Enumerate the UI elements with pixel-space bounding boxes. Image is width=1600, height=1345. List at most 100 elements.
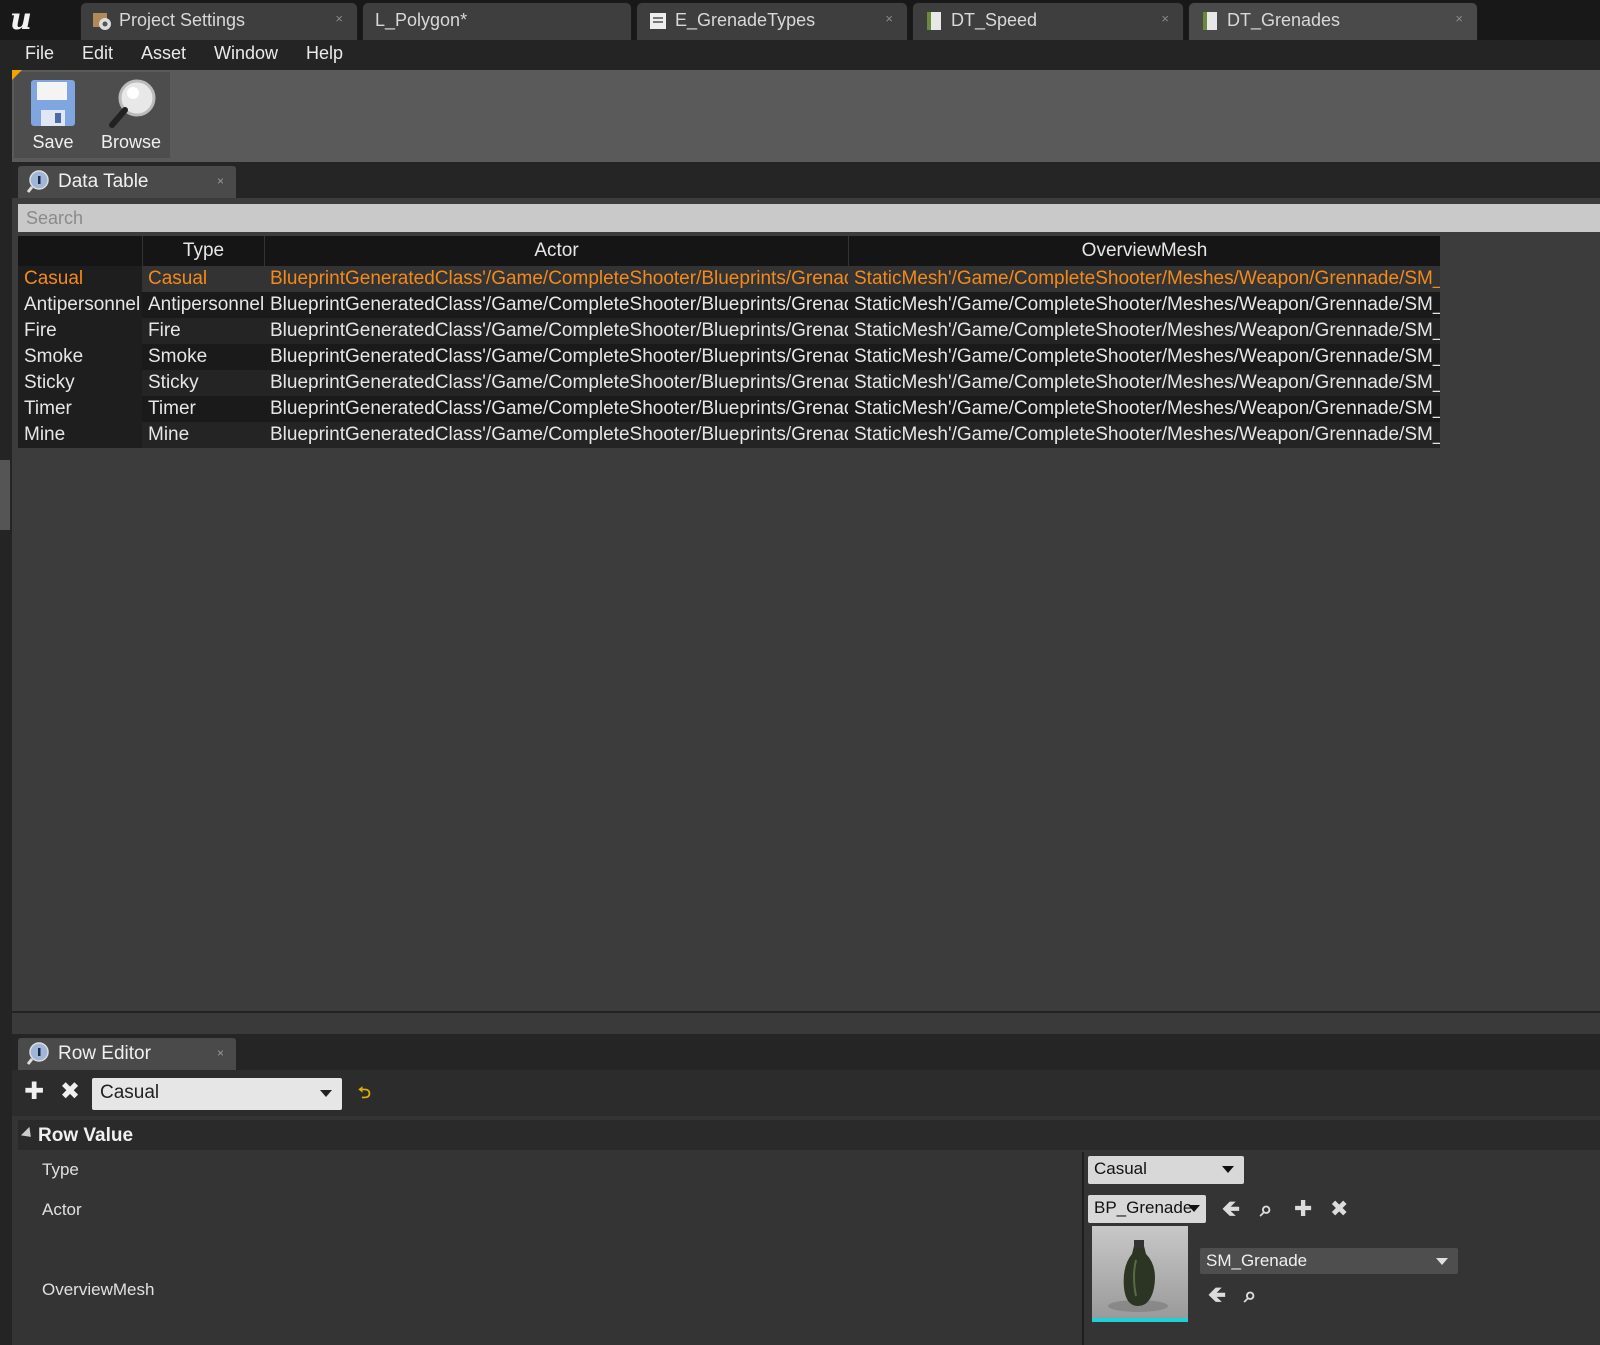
type-cell: Sticky [142,370,264,396]
menu-bar: File Edit Asset Window Help [10,40,1600,70]
table-row[interactable]: Antipersonnel Antipersonnel BlueprintGen… [18,292,1440,318]
property-label-type: Type [42,1160,79,1179]
type-cell: Casual [142,266,264,292]
info-magnifier-icon [26,170,49,193]
tab-l-polygon[interactable]: L_Polygon* [362,2,632,40]
column-header-row-name[interactable] [18,236,142,266]
tab-dt-grenades[interactable]: DT_Grenades × [1188,2,1478,40]
table-row[interactable]: Sticky Sticky BlueprintGeneratedClass'/G… [18,370,1440,396]
overviewmesh-cell: StaticMesh'/Game/CompleteShooter/Meshes/… [848,370,1440,396]
actor-cell: BlueprintGeneratedClass'/Game/CompleteSh… [264,344,848,370]
data-table-panel: Type Actor OverviewMesh Casual Casual Bl… [12,198,1600,1013]
datatable-asset-icon [1203,12,1217,30]
browse-button[interactable]: Browse [92,72,170,158]
expand-triangle-icon[interactable] [20,1126,36,1142]
overviewmesh-cell: StaticMesh'/Game/CompleteShooter/Meshes/… [848,292,1440,318]
tab-row-editor[interactable]: Row Editor × [18,1038,236,1070]
section-title: Row Value [38,1125,134,1146]
tab-data-table[interactable]: Data Table × [18,166,236,198]
actor-cell: BlueprintGeneratedClass'/Game/CompleteSh… [264,396,848,422]
row-name-cell: Antipersonnel [18,292,142,318]
tab-label: E_GrenadeTypes [675,10,816,30]
static-mesh-dropdown[interactable]: SM_Grenade [1200,1248,1458,1274]
row-name-cell: Smoke [18,344,142,370]
row-editor-toolbar: ✚ ✖ Casual ⮌ [12,1070,1600,1116]
chevron-down-icon [1188,1205,1200,1212]
toolbar-accent-corner [12,70,22,80]
magnifier-icon [109,79,156,128]
tab-e-grenade-types[interactable]: E_GrenadeTypes × [636,2,908,40]
overviewmesh-cell: StaticMesh'/Game/CompleteShooter/Meshes/… [848,266,1440,292]
add-icon[interactable]: ✚ [1294,1198,1312,1220]
menu-file[interactable]: File [25,43,54,64]
column-header-overviewmesh[interactable]: OverviewMesh [848,236,1440,266]
close-icon[interactable]: × [217,1046,224,1060]
mesh-thumbnail[interactable] [1092,1226,1188,1322]
asset-toolbar: Save Browse [12,70,1600,162]
tab-label: DT_Speed [951,10,1038,30]
left-scrollbar-thumb[interactable] [0,460,10,530]
table-row[interactable]: Fire Fire BlueprintGeneratedClass'/Game/… [18,318,1440,344]
browse-search-icon[interactable]: ⌕ [1244,1284,1256,1306]
menu-edit[interactable]: Edit [82,43,113,64]
row-editor-tab-strip: Row Editor × [12,1034,1600,1070]
overviewmesh-cell: StaticMesh'/Game/CompleteShooter/Meshes/… [848,396,1440,422]
row-name-cell: Casual [18,266,142,292]
menu-window[interactable]: Window [214,43,278,64]
row-value-section-header[interactable]: Row Value [18,1120,1600,1150]
reset-arrow-icon[interactable]: ⮌ [358,1082,371,1106]
use-selected-arrow-icon[interactable]: 🡸 [1208,1284,1226,1306]
unreal-logo-icon[interactable]: u [10,4,52,36]
table-row[interactable]: Mine Mine BlueprintGeneratedClass'/Game/… [18,422,1440,448]
tab-label: Project Settings [119,10,246,30]
close-icon[interactable]: × [1455,11,1463,26]
type-cell: Fire [142,318,264,344]
tab-dt-speed[interactable]: DT_Speed × [912,2,1184,40]
save-disk-icon [31,80,75,126]
close-icon[interactable]: × [335,11,343,26]
search-input[interactable] [18,204,1600,232]
menu-asset[interactable]: Asset [141,43,186,64]
tab-label: Row Editor [58,1043,151,1064]
actor-cell: BlueprintGeneratedClass'/Game/CompleteSh… [264,318,848,344]
add-row-icon[interactable]: ✚ [24,1080,44,1104]
info-magnifier-icon [26,1042,49,1065]
actor-cell: BlueprintGeneratedClass'/Game/CompleteSh… [264,292,848,318]
table-row[interactable]: Smoke Smoke BlueprintGeneratedClass'/Gam… [18,344,1440,370]
chevron-down-icon [1436,1258,1448,1265]
close-icon[interactable]: × [217,174,224,188]
type-enum-dropdown[interactable]: Casual [1088,1156,1244,1184]
property-label-overviewmesh: OverviewMesh [42,1280,155,1299]
overviewmesh-cell: StaticMesh'/Game/CompleteShooter/Meshes/… [848,318,1440,344]
grenade-mesh-icon [1108,1240,1168,1312]
settings-gear-icon [93,13,111,30]
type-cell: Timer [142,396,264,422]
table-row[interactable]: Casual Casual BlueprintGeneratedClass'/G… [18,266,1440,292]
save-button[interactable]: Save [14,72,92,158]
row-name-cell: Fire [18,318,142,344]
type-cell: Smoke [142,344,264,370]
property-splitter[interactable] [1082,1152,1084,1345]
menu-help[interactable]: Help [306,43,343,64]
window-tab-bar: u Project Settings × L_Polygon* E_Grenad… [0,0,1600,40]
browse-search-icon[interactable]: ⌕ [1260,1198,1272,1220]
save-label: Save [32,132,74,152]
type-cell: Antipersonnel [142,292,264,318]
column-header-actor[interactable]: Actor [264,236,848,266]
row-name-cell: Timer [18,396,142,422]
tab-project-settings[interactable]: Project Settings × [80,2,358,40]
column-header-type[interactable]: Type [142,236,264,266]
type-cell: Mine [142,422,264,448]
chevron-down-icon [320,1090,332,1097]
use-selected-arrow-icon[interactable]: 🡸 [1222,1198,1240,1220]
chevron-down-icon [1222,1166,1234,1173]
enum-asset-icon [650,13,666,29]
actor-class-dropdown[interactable]: BP_Grenade [1088,1195,1206,1223]
actor-cell: BlueprintGeneratedClass'/Game/CompleteSh… [264,266,848,292]
close-icon[interactable]: × [885,11,893,26]
remove-row-icon[interactable]: ✖ [60,1080,80,1104]
row-select-dropdown[interactable]: Casual [92,1078,342,1110]
close-icon[interactable]: × [1161,11,1169,26]
table-row[interactable]: Timer Timer BlueprintGeneratedClass'/Gam… [18,396,1440,422]
clear-icon[interactable]: ✖ [1330,1198,1348,1220]
